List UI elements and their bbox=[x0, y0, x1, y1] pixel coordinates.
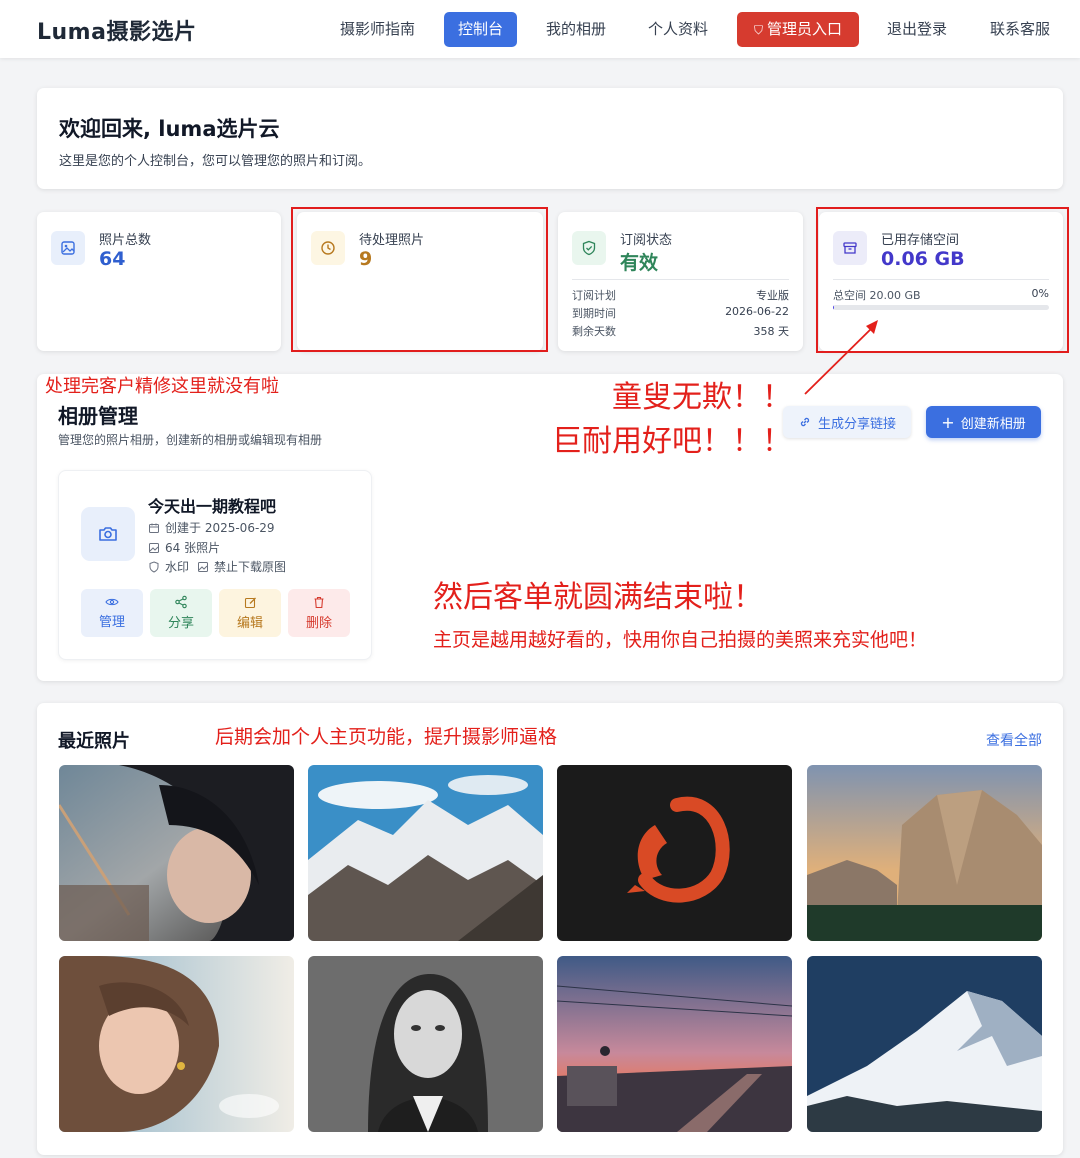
stat-subscription-value: 有效 bbox=[620, 252, 659, 274]
row-value: 专业版 bbox=[756, 289, 789, 302]
photo-thumb-bw-portrait[interactable] bbox=[308, 956, 543, 1132]
album-edit-label: 编辑 bbox=[236, 615, 263, 631]
view-all-link[interactable]: 查看全部 bbox=[986, 730, 1042, 750]
nav-dashboard[interactable]: 控制台 bbox=[444, 12, 517, 47]
eye-icon bbox=[105, 598, 119, 606]
album-count-text: 64 张照片 bbox=[165, 541, 221, 555]
row-key: 剩余天数 bbox=[572, 325, 616, 338]
plus-icon: + bbox=[941, 412, 955, 432]
shield-check-icon bbox=[572, 231, 606, 265]
photo-thumb-granite-cliff[interactable] bbox=[807, 765, 1042, 941]
row-value: 2026-06-22 bbox=[725, 305, 789, 318]
nav-admin-button[interactable]: ⛉ 管理员入口 bbox=[737, 12, 859, 47]
nav-admin-label: 管理员入口 bbox=[767, 20, 843, 38]
stat-photos-value: 64 bbox=[99, 248, 126, 270]
image-icon bbox=[51, 231, 85, 265]
album-share-label: 分享 bbox=[167, 616, 194, 631]
row-key: 到期时间 bbox=[572, 307, 616, 320]
watermark-text: 水印 bbox=[165, 560, 190, 574]
shield-icon: ⛉ bbox=[753, 23, 763, 37]
annotation-order-done: 然后客单就圆满结束啦！ bbox=[433, 580, 763, 615]
annotation-pending-note: 处理完客户精修这里就没有啦 bbox=[45, 376, 279, 397]
photo-thumb-archer[interactable] bbox=[59, 765, 294, 941]
brand-logo[interactable]: Luma摄影选片 bbox=[37, 14, 196, 46]
subscription-plan-row: 订阅计划 专业版 bbox=[572, 287, 789, 303]
welcome-subtitle: 这里是您的个人控制台，您可以管理您的照片和订阅。 bbox=[59, 154, 372, 169]
recent-photos-title: 最近照片 bbox=[58, 731, 130, 752]
nav-contact-support[interactable]: 联系客服 bbox=[980, 12, 1060, 47]
link-icon bbox=[800, 417, 810, 427]
album-section-title: 相册管理 bbox=[58, 404, 138, 428]
welcome-card: 欢迎回来, luma选片云 这里是您的个人控制台，您可以管理您的照片和订阅。 bbox=[37, 88, 1063, 189]
welcome-title: 欢迎回来, luma选片云 bbox=[59, 117, 280, 141]
annotation-box-pending bbox=[291, 207, 548, 352]
subscription-expiry-row: 到期时间 2026-06-22 bbox=[572, 305, 789, 321]
stat-card-photos: 照片总数 64 bbox=[37, 212, 281, 351]
photo-thumb-snowy-mountains[interactable] bbox=[308, 765, 543, 941]
album-count: 64 张照片 bbox=[148, 539, 220, 556]
subscription-days-row: 剩余天数 358 天 bbox=[572, 323, 789, 339]
image-icon bbox=[198, 561, 209, 572]
nav-logout[interactable]: 退出登录 bbox=[877, 12, 957, 47]
edit-icon bbox=[244, 597, 256, 608]
share-link-label: 生成分享链接 bbox=[817, 416, 896, 432]
album-share-button[interactable]: 分享 bbox=[150, 589, 212, 637]
photo-thumb-snow-peak[interactable] bbox=[807, 956, 1042, 1132]
stat-card-subscription: 订阅状态 有效 订阅计划 专业版 到期时间 2026-06-22 剩余天数 358 天 bbox=[558, 212, 803, 351]
annotation-homepage: 主页是越用越好看的，快用你自己拍摄的美照来充实他吧！ bbox=[433, 629, 928, 651]
photo-thumb-koi-ink[interactable] bbox=[557, 765, 792, 941]
divider bbox=[572, 279, 789, 280]
top-nav: Luma摄影选片 摄影师指南 控制台 我的相册 个人资料 ⛉ 管理员入口 退出登录… bbox=[0, 0, 1080, 58]
trash-icon bbox=[314, 596, 324, 608]
create-album-label: 创建新相册 bbox=[960, 416, 1026, 432]
annotation-durable: 巨耐用好吧！！！ bbox=[552, 424, 792, 459]
album-created-text: 创建于 2025-06-29 bbox=[165, 521, 275, 535]
photo-thumb-girl-painting[interactable] bbox=[59, 956, 294, 1132]
image-icon bbox=[149, 542, 159, 553]
share-link-button[interactable]: 生成分享链接 bbox=[783, 406, 911, 438]
photo-thumb-sunset-rooftop[interactable] bbox=[557, 956, 792, 1132]
row-key: 订阅计划 bbox=[572, 289, 616, 302]
calendar-icon bbox=[149, 523, 159, 533]
camera-icon bbox=[81, 507, 135, 561]
annotation-profile-feature: 后期会加个人主页功能，提升摄影师逼格 bbox=[215, 726, 558, 748]
album-name: 今天出一期教程吧 bbox=[148, 497, 277, 516]
album-settings: 水印 禁止下载原图 bbox=[148, 558, 286, 575]
row-value: 358 天 bbox=[753, 325, 790, 338]
album-card[interactable]: 今天出一期教程吧 创建于 2025-06-29 64 张照片 水印 禁止下载原图… bbox=[58, 470, 372, 660]
album-created: 创建于 2025-06-29 bbox=[148, 519, 275, 536]
nav-my-albums[interactable]: 我的相册 bbox=[536, 12, 616, 47]
album-manage-label: 管理 bbox=[98, 615, 125, 630]
shield-icon bbox=[149, 560, 159, 573]
album-edit-button[interactable]: 编辑 bbox=[219, 589, 281, 637]
no-download-text: 禁止下载原图 bbox=[214, 560, 287, 574]
album-delete-button[interactable]: 删除 bbox=[288, 589, 350, 637]
album-section-subtitle: 管理您的照片相册，创建新的相册或编辑现有相册 bbox=[58, 433, 323, 447]
album-delete-label: 删除 bbox=[305, 615, 332, 631]
share-icon bbox=[175, 595, 187, 609]
nav-profile[interactable]: 个人资料 bbox=[638, 12, 718, 47]
stat-photos-label: 照片总数 bbox=[99, 233, 152, 248]
annotation-arrow bbox=[804, 320, 878, 395]
nav-guide[interactable]: 摄影师指南 bbox=[330, 12, 425, 47]
album-manage-button[interactable]: 管理 bbox=[81, 589, 143, 637]
stat-subscription-label: 订阅状态 bbox=[620, 233, 673, 248]
annotation-honest: 童叟无欺！！ bbox=[612, 380, 792, 415]
create-album-button[interactable]: + 创建新相册 bbox=[926, 406, 1041, 438]
